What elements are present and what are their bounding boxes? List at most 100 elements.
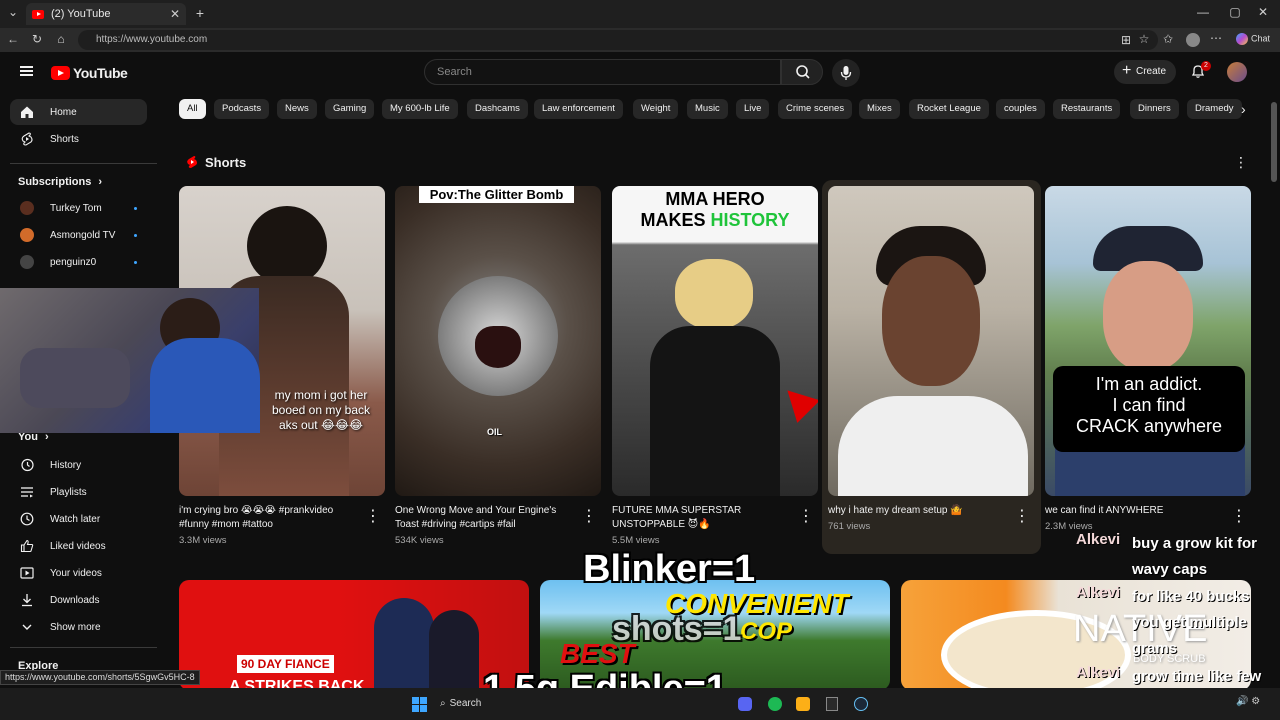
close-tab-icon[interactable]: ✕	[170, 7, 180, 21]
short-overlay-label: OIL	[487, 427, 502, 437]
system-tray[interactable]: 🔊 ⚙	[1236, 696, 1270, 712]
youtube-favicon-icon	[32, 9, 44, 19]
sidebar-item-label: penguinz0	[50, 256, 97, 268]
sidebar-item-shorts[interactable]: Shorts	[10, 126, 147, 152]
sidebar-item-label: Playlists	[50, 486, 87, 498]
maximize-button[interactable]: ▢	[1228, 5, 1242, 19]
sidebar-item-subscription[interactable]: penguinz0	[10, 249, 147, 275]
chip-couples[interactable]: couples	[996, 99, 1045, 119]
search-button[interactable]	[781, 59, 823, 85]
url-field[interactable]: https://www.youtube.com	[78, 30, 1158, 50]
back-arrow-icon[interactable]: ←	[6, 32, 20, 46]
search-input[interactable]: Search	[424, 59, 781, 85]
short-thumbnail[interactable]	[828, 186, 1034, 496]
chip-law-enforcement[interactable]: Law enforcement	[534, 99, 623, 119]
chip-all[interactable]: All	[179, 99, 206, 119]
short-card[interactable]: Pov:The Glitter Bomb OIL One Wrong Move …	[395, 186, 601, 546]
home-browser-icon[interactable]: ⌂	[54, 32, 68, 46]
chip-news[interactable]: News	[277, 99, 317, 119]
more-options-icon[interactable]: ⋯	[1210, 31, 1222, 45]
chevron-right-icon[interactable]: ›	[1241, 101, 1246, 117]
profile-avatar-icon[interactable]	[1186, 33, 1200, 47]
favorite-star-icon[interactable]: ☆	[1138, 32, 1150, 46]
more-options-icon[interactable]: ⋮	[1014, 506, 1030, 525]
more-options-icon[interactable]: ⋮	[365, 506, 381, 525]
sidebar-item-home[interactable]: Home	[10, 99, 147, 125]
subscriptions-heading[interactable]: Subscriptions ›	[18, 176, 102, 188]
chat-label: Chat	[1250, 33, 1270, 44]
voice-search-button[interactable]	[832, 59, 860, 87]
rockstar-icon[interactable]	[796, 697, 810, 711]
copilot-chat-button[interactable]: Chat	[1235, 33, 1270, 45]
more-options-icon[interactable]: ⋮	[1231, 506, 1247, 525]
windows-start-icon[interactable]	[412, 697, 427, 712]
short-card[interactable]: I'm an addict. I can find CRACK anywhere…	[1045, 186, 1251, 532]
short-title[interactable]: why i hate my dream setup 🤷	[828, 504, 1008, 518]
collections-icon[interactable]: ✩	[1162, 32, 1174, 46]
shelf-more-icon[interactable]: ⋮	[1234, 154, 1248, 171]
more-options-icon[interactable]: ⋮	[798, 506, 814, 525]
tab-list-button[interactable]: ⌄	[6, 5, 20, 21]
new-content-dot	[134, 234, 137, 237]
chip-music[interactable]: Music	[687, 99, 728, 119]
youtube-logo[interactable]: YouTube	[51, 65, 128, 81]
chip-podcasts[interactable]: Podcasts	[214, 99, 270, 119]
chip-rocket-league[interactable]: Rocket League	[909, 99, 989, 119]
chip-crime-scenes[interactable]: Crime scenes	[778, 99, 853, 119]
sidebar-item-liked-videos[interactable]: Liked videos	[10, 533, 147, 559]
short-title[interactable]: One Wrong Move and Your Engine's Toast #…	[395, 504, 575, 532]
short-thumbnail[interactable]: MMA HERO MAKES HISTORY	[612, 186, 818, 496]
chip-restaurants[interactable]: Restaurants	[1053, 99, 1121, 119]
chip-my-600-lb-life[interactable]: My 600-lb Life	[382, 99, 458, 119]
chip-live[interactable]: Live	[736, 99, 770, 119]
microphone-icon	[840, 66, 852, 80]
minimize-button[interactable]: —	[1196, 5, 1210, 19]
watch-later-icon	[20, 512, 34, 526]
create-button[interactable]: Create	[1114, 59, 1176, 84]
short-overlay-title: MMA HERO MAKES HISTORY	[640, 189, 790, 230]
account-avatar[interactable]	[1227, 62, 1247, 82]
short-title[interactable]: i'm crying bro 😭😭😭 #prankvideo #funny #m…	[179, 504, 359, 532]
sidebar-item-playlists[interactable]: Playlists	[10, 479, 147, 505]
short-thumbnail[interactable]: Pov:The Glitter Bomb OIL	[395, 186, 601, 496]
extensions-icon[interactable]: ⊞	[1120, 33, 1132, 47]
steam-icon[interactable]	[854, 697, 868, 711]
short-card[interactable]: MMA HERO MAKES HISTORY FUTURE MMA SUPERS…	[612, 186, 818, 546]
short-title[interactable]: we can find it ANYWHERE	[1045, 504, 1225, 518]
chip-mixes[interactable]: Mixes	[859, 99, 900, 119]
short-thumbnail[interactable]: I'm an addict. I can find CRACK anywhere	[1045, 186, 1251, 496]
menu-hamburger-icon[interactable]	[20, 66, 33, 76]
sidebar-item-downloads[interactable]: Downloads	[10, 587, 147, 613]
refresh-icon[interactable]: ↻	[30, 32, 44, 46]
epic-games-icon[interactable]	[826, 697, 838, 711]
chip-dinners[interactable]: Dinners	[1130, 99, 1179, 119]
chip-dashcams[interactable]: Dashcams	[467, 99, 528, 119]
close-window-button[interactable]: ✕	[1256, 5, 1270, 19]
new-content-dot	[134, 207, 137, 210]
download-icon	[22, 594, 32, 607]
chip-dramedy[interactable]: Dramedy	[1187, 99, 1242, 119]
chip-gaming[interactable]: Gaming	[325, 99, 375, 119]
sidebar-item-show-more[interactable]: Show more	[10, 614, 147, 640]
scrollbar-thumb[interactable]	[1271, 102, 1277, 182]
video-thumbnail[interactable]: 90 DAY FIANCE A STRIKES BACK	[179, 580, 529, 690]
sidebar-item-label: Watch later	[50, 513, 101, 525]
short-overlay-text: I'm an addict. I can find CRACK anywhere	[1053, 366, 1245, 452]
chevron-right-icon: ›	[98, 176, 103, 188]
chip-weight[interactable]: Weight	[633, 99, 679, 119]
sidebar-item-watch-later[interactable]: Watch later	[10, 506, 147, 532]
more-options-icon[interactable]: ⋮	[581, 506, 597, 525]
channel-avatar	[20, 255, 34, 269]
sidebar-item-history[interactable]: History	[10, 452, 147, 478]
sidebar-item-subscription[interactable]: Turkey Tom	[10, 195, 147, 221]
sidebar-item-your-videos[interactable]: Your videos	[10, 560, 147, 586]
short-card[interactable]: why i hate my dream setup 🤷 761 views ⋮	[828, 186, 1034, 532]
spotify-icon[interactable]	[768, 697, 782, 711]
short-title[interactable]: FUTURE MMA SUPERSTAR UNSTOPPABLE 😈🔥	[612, 504, 792, 532]
discord-icon[interactable]	[738, 697, 752, 711]
browser-tab[interactable]: (2) YouTube ✕	[26, 3, 186, 25]
your-videos-icon	[20, 567, 34, 579]
sidebar-item-subscription[interactable]: Asmongold TV	[10, 222, 147, 248]
taskbar-search[interactable]: ⌕ Search	[440, 695, 500, 713]
new-tab-button[interactable]: +	[193, 5, 207, 21]
